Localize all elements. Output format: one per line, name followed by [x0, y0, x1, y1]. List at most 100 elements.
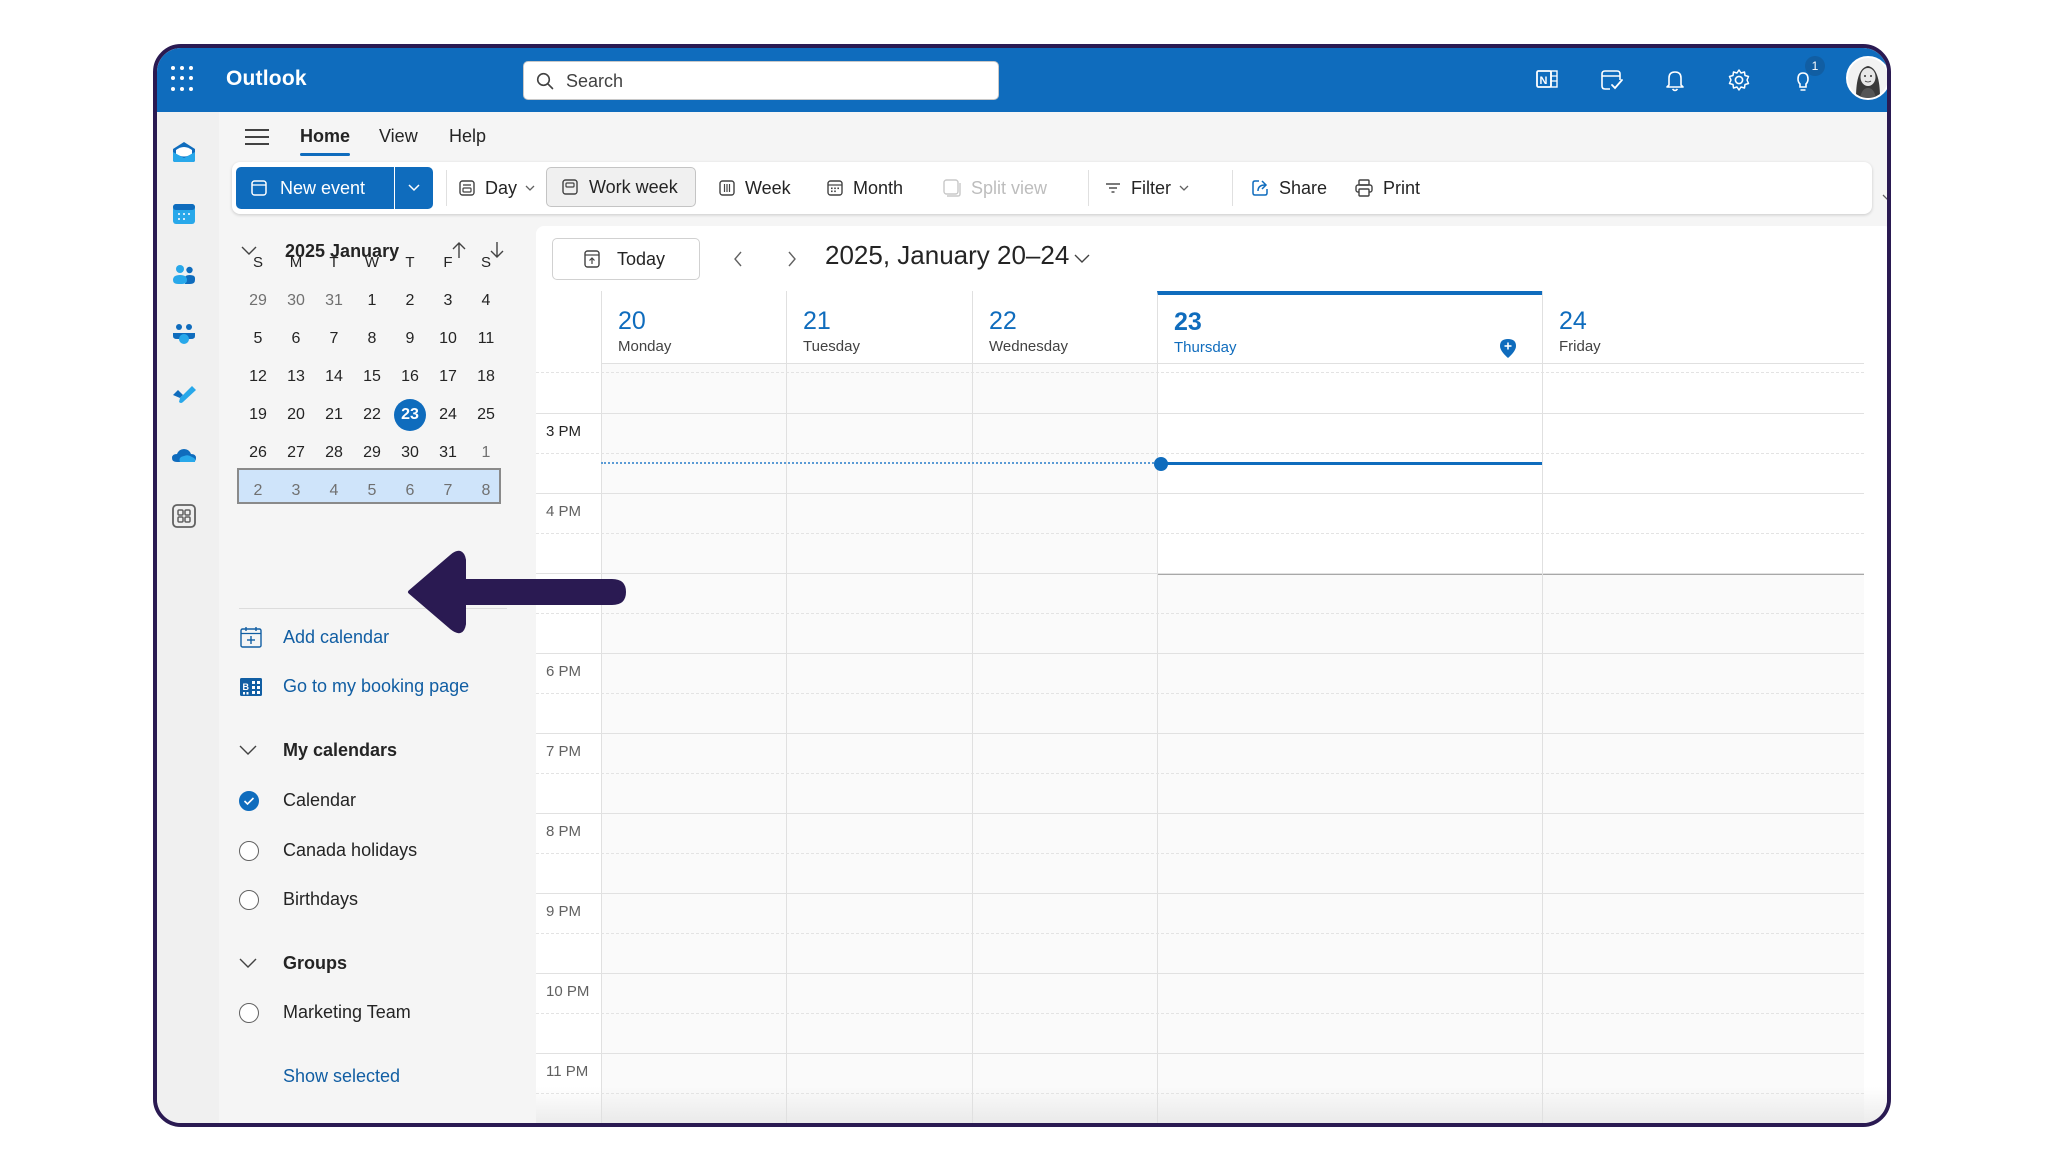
- share-button[interactable]: Share: [1250, 162, 1327, 214]
- mini-calendar-day[interactable]: 2: [391, 286, 429, 316]
- mini-calendar-day[interactable]: 21: [315, 400, 353, 430]
- mini-calendar-day[interactable]: 8: [353, 324, 391, 354]
- mini-calendar-day[interactable]: 26: [239, 438, 277, 468]
- groups-section-header[interactable]: Groups: [239, 953, 347, 974]
- next-week-arrow-icon[interactable]: [786, 250, 798, 268]
- previous-week-arrow-icon[interactable]: [732, 250, 744, 268]
- mini-calendar-day[interactable]: 19: [239, 400, 277, 430]
- day-header-monday[interactable]: 20 Monday: [601, 291, 786, 364]
- mini-calendar-day[interactable]: 6: [277, 324, 315, 354]
- filter-button[interactable]: Filter: [1104, 162, 1189, 214]
- work-week-view-button[interactable]: Work week: [546, 167, 696, 207]
- calendar-item-calendar[interactable]: Calendar: [239, 790, 356, 811]
- my-calendars-section-header[interactable]: My calendars: [239, 740, 397, 761]
- month-view-button[interactable]: Month: [826, 162, 903, 214]
- mini-calendar-day[interactable]: 3: [429, 286, 467, 316]
- mini-calendar-day[interactable]: 7: [429, 476, 467, 506]
- mini-calendar-day[interactable]: 13: [277, 362, 315, 392]
- show-selected-link[interactable]: Show selected: [283, 1066, 400, 1087]
- date-range-title[interactable]: 2025, January 20–24: [825, 240, 1069, 271]
- more-apps-icon[interactable]: [170, 502, 198, 530]
- mini-calendar-day[interactable]: 4: [315, 476, 353, 506]
- week-view-button[interactable]: Week: [718, 162, 791, 214]
- calendar-icon[interactable]: [170, 200, 198, 228]
- day-header-thursday[interactable]: 23 Thursday: [1157, 291, 1542, 364]
- ribbon-expand-chevron-icon[interactable]: [1882, 194, 1891, 203]
- mini-calendar-day[interactable]: 30: [277, 286, 315, 316]
- mini-calendar-day[interactable]: 14: [315, 362, 353, 392]
- checked-circle-icon[interactable]: [239, 790, 259, 811]
- mini-calendar-day[interactable]: 8: [467, 476, 505, 506]
- avatar[interactable]: [1846, 56, 1887, 100]
- mini-calendar-day[interactable]: 11: [467, 324, 505, 354]
- mini-calendar-day[interactable]: 31: [429, 438, 467, 468]
- onenote-feed-icon[interactable]: N: [1531, 64, 1563, 96]
- mini-calendar-day[interactable]: 9: [391, 324, 429, 354]
- mini-calendar-day[interactable]: 5: [353, 476, 391, 506]
- groups-icon[interactable]: [170, 320, 198, 348]
- tab-help[interactable]: Help: [449, 126, 486, 147]
- day-column-monday[interactable]: [601, 364, 786, 1123]
- search-box[interactable]: [523, 61, 999, 101]
- tab-home[interactable]: Home: [300, 126, 351, 156]
- calendar-item-birthdays[interactable]: Birthdays: [239, 889, 358, 910]
- unchecked-circle-icon[interactable]: [239, 1002, 259, 1023]
- mini-calendar-day[interactable]: 16: [391, 362, 429, 392]
- gear-icon[interactable]: [1723, 64, 1755, 96]
- day-column-thursday[interactable]: [1157, 364, 1542, 1123]
- mini-calendar-day[interactable]: 3: [277, 476, 315, 506]
- day-header-tuesday[interactable]: 21 Tuesday: [786, 291, 972, 364]
- hamburger-menu-icon[interactable]: [245, 129, 269, 145]
- mini-calendar-day[interactable]: 17: [429, 362, 467, 392]
- add-event-pin-icon[interactable]: [1498, 337, 1518, 359]
- search-input[interactable]: [564, 62, 988, 101]
- onedrive-icon[interactable]: [170, 442, 198, 470]
- mini-calendar-day[interactable]: 1: [467, 438, 505, 468]
- day-column-tuesday[interactable]: [786, 364, 972, 1123]
- mini-calendar-day[interactable]: 1: [353, 286, 391, 316]
- mini-calendar-day[interactable]: 6: [391, 476, 429, 506]
- mini-calendar-day[interactable]: 18: [467, 362, 505, 392]
- mini-calendar-day[interactable]: 2: [239, 476, 277, 506]
- day-header-friday[interactable]: 24 Friday: [1542, 291, 1864, 364]
- day-column-wednesday[interactable]: [972, 364, 1157, 1123]
- mail-icon[interactable]: [170, 138, 198, 166]
- mini-calendar-day[interactable]: 10: [429, 324, 467, 354]
- split-view-button[interactable]: Split view: [942, 162, 1047, 214]
- mini-calendar-day[interactable]: 31: [315, 286, 353, 316]
- calendar-item-canada-holidays[interactable]: Canada holidays: [239, 840, 417, 861]
- mini-calendar-day[interactable]: 22: [353, 400, 391, 430]
- day-header-wednesday[interactable]: 22 Wednesday: [972, 291, 1157, 364]
- unchecked-circle-icon[interactable]: [239, 889, 259, 910]
- mini-calendar-day[interactable]: 29: [353, 438, 391, 468]
- mini-calendar-day[interactable]: 29: [239, 286, 277, 316]
- people-icon[interactable]: [170, 260, 198, 288]
- my-day-icon[interactable]: [1595, 64, 1627, 96]
- mini-calendar-day[interactable]: 27: [277, 438, 315, 468]
- mini-calendar-day[interactable]: 28: [315, 438, 353, 468]
- group-item-marketing-team[interactable]: Marketing Team: [239, 1002, 411, 1023]
- print-button[interactable]: Print: [1354, 162, 1420, 214]
- mini-calendar-day[interactable]: 30: [391, 438, 429, 468]
- bell-icon[interactable]: [1659, 64, 1691, 96]
- mini-calendar-day[interactable]: 15: [353, 362, 391, 392]
- mini-calendar-day[interactable]: 25: [467, 400, 505, 430]
- add-calendar-link[interactable]: Add calendar: [239, 625, 389, 649]
- mini-calendar-day[interactable]: 12: [239, 362, 277, 392]
- day-column-friday[interactable]: [1542, 364, 1864, 1123]
- booking-page-link[interactable]: B Go to my booking page: [239, 674, 469, 698]
- date-range-chevron-icon[interactable]: [1074, 254, 1090, 264]
- day-name: Wednesday: [989, 338, 1068, 355]
- mini-calendar-day[interactable]: 7: [315, 324, 353, 354]
- chevron-down-icon: [239, 745, 257, 755]
- mini-calendar-day[interactable]: 5: [239, 324, 277, 354]
- mini-calendar-day[interactable]: 4: [467, 286, 505, 316]
- mini-calendar-day[interactable]: 23: [391, 399, 429, 431]
- app-launcher-icon[interactable]: [171, 66, 197, 92]
- tab-view[interactable]: View: [379, 126, 418, 147]
- unchecked-circle-icon[interactable]: [239, 840, 259, 861]
- mini-calendar-day[interactable]: 20: [277, 400, 315, 430]
- todo-icon[interactable]: [170, 380, 198, 408]
- today-button[interactable]: Today: [552, 238, 700, 280]
- mini-calendar-day[interactable]: 24: [429, 400, 467, 430]
